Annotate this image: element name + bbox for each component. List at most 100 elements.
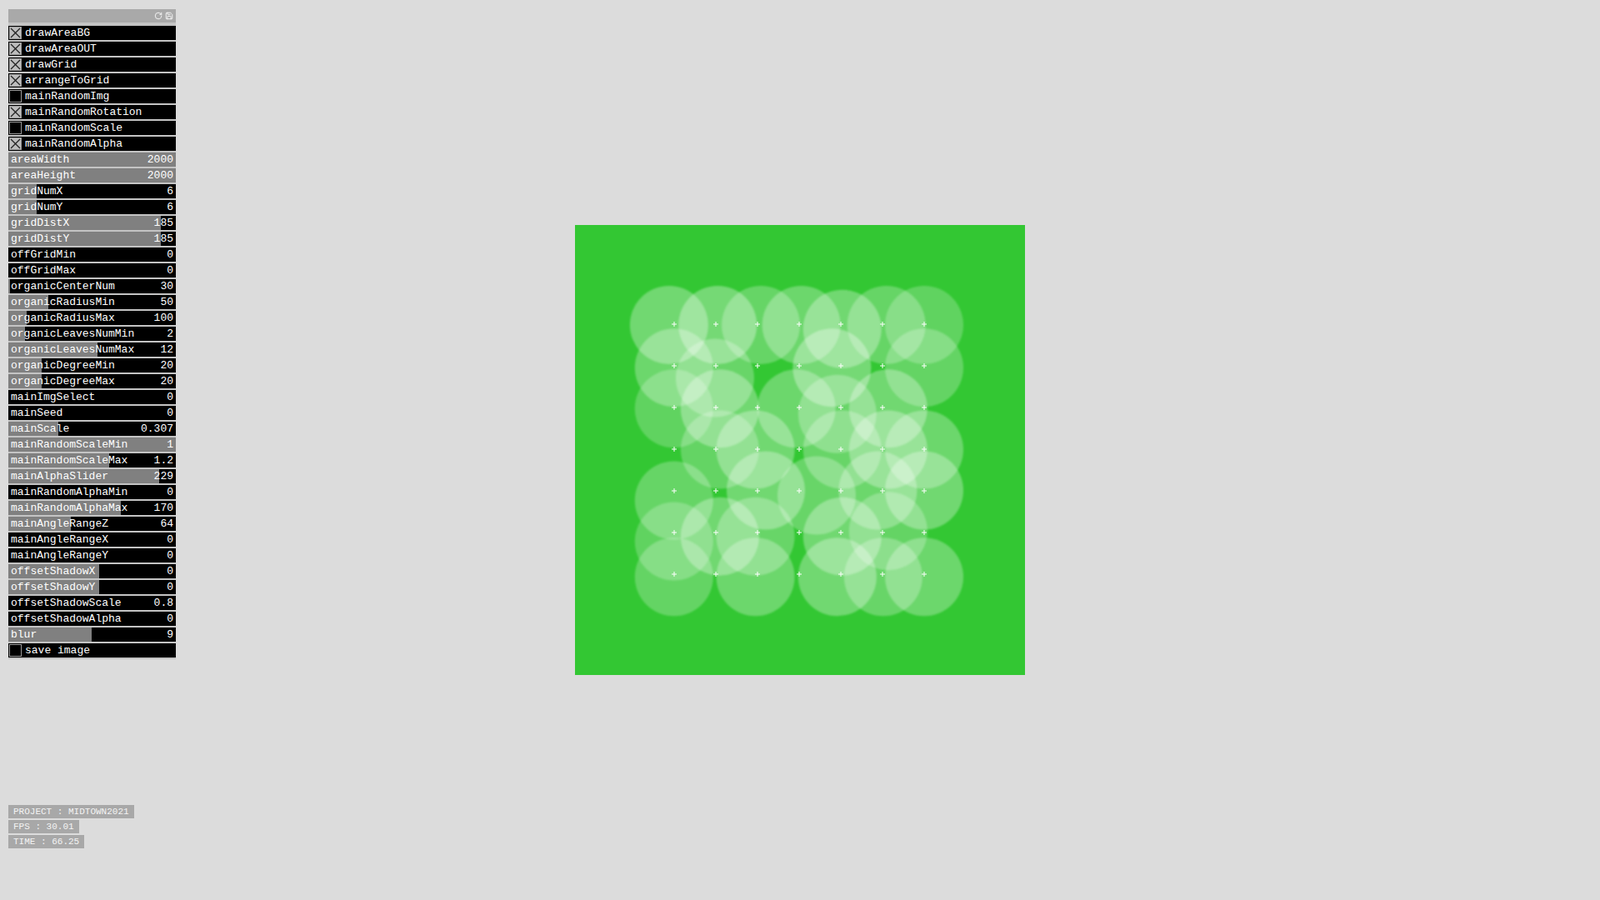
reload-icon[interactable] [154,11,163,20]
grid-mark [713,530,719,535]
slider-row[interactable]: gridNumX6 [8,184,176,199]
slider-value: 64 [160,516,174,531]
checkbox[interactable] [9,137,22,150]
checkbox[interactable] [9,74,22,87]
check-x-icon [10,43,21,55]
toggle-label: drawAreaBG [25,25,90,40]
slider-row[interactable]: organicLeavesNumMin 2 [8,326,176,341]
slider-row[interactable]: mainAngleRangeZ64 [8,516,176,531]
grid-mark [796,488,802,494]
checkbox[interactable] [9,90,22,103]
grid-mark [713,571,719,577]
toggle-row[interactable]: mainRandomRotation [8,105,176,120]
slider-value: 0 [166,390,174,405]
toggle-label: save image [25,643,90,658]
grid-mark [796,446,802,452]
slider-value: 2 [166,326,174,341]
slider-label: offsetShadowX [10,564,95,579]
app: drawAreaBGdrawAreaOUTdrawGridarrangeToGr… [0,0,1600,900]
slider-row[interactable]: mainRandomScaleMin1 [8,437,176,452]
slider-row[interactable]: gridDistX185 [8,215,176,230]
leaf-circle [635,537,714,616]
slider-row[interactable]: offsetShadowAlpha0 [8,611,176,626]
grid-mark [671,530,677,535]
slider-row[interactable]: mainAlphaSlider229 [8,469,176,484]
grid-mark [796,530,802,535]
slider-value: 0 [166,532,174,547]
toggle-row[interactable]: drawGrid [8,57,176,72]
slider-value: 1.2 [154,453,174,468]
slider-row[interactable]: offGridMin0 [8,247,176,262]
grid-mark [671,363,677,369]
toggle-row[interactable]: mainRandomImg [8,89,176,104]
slider-value: 0 [166,263,174,278]
slider-value: 185 [154,231,174,246]
slider-row[interactable]: offsetShadowX0 [8,564,176,579]
save-icon[interactable] [165,11,174,20]
grid-mark [755,530,760,535]
slider-row[interactable]: mainSeed0 [8,405,176,420]
grid-mark [671,321,677,327]
status-info: PROJECT : MIDTOWN2021FPS : 30.01TIME : 6… [8,805,567,849]
slider-row[interactable]: mainRandomScaleMax1.2 [8,453,176,468]
slider-label: organicRadiusMax [10,310,115,325]
slider-row[interactable]: gridNumY6 [8,200,176,215]
slider-row[interactable]: mainRandomAlphaMin 0 [8,485,176,500]
slider-value: 0 [166,485,174,500]
slider-row[interactable]: mainScale0.307 [8,421,176,436]
grid-mark [796,363,802,369]
slider-row[interactable]: blur9 [8,627,176,642]
panel-header[interactable] [8,9,176,23]
slider-label: organicDegreeMax [10,374,115,389]
slider-row[interactable]: areaWidth2000 [8,152,176,167]
grid-mark [838,488,844,494]
slider-label: organicLeavesNumMin [10,326,135,341]
checkbox[interactable] [9,26,22,40]
slider-row[interactable]: organicCenterNum30 [8,279,176,294]
grid-mark [921,571,927,577]
slider-label: gridNumY [10,200,63,215]
grid-mark [921,530,927,535]
grid-mark [838,446,844,452]
slider-row[interactable]: organicRadiusMin50 [8,295,176,310]
slider-row[interactable]: organicRadiusMax 100 [8,310,176,325]
slider-row[interactable]: organicLeavesNumMax12 [8,342,176,357]
slider-row[interactable]: mainImgSelect 0 [8,390,176,405]
slider-value: 0 [166,611,174,626]
slider-label: offGridMin [10,247,76,262]
grid-mark [796,321,802,327]
slider-label: gridDistX [10,215,70,230]
slider-row[interactable]: organicDegreeMin20 [8,358,176,373]
checkbox[interactable] [9,58,22,71]
slider-row[interactable]: areaHeight 2000 [8,168,176,183]
checkbox[interactable] [9,644,22,657]
slider-value: 2000 [147,168,174,183]
slider-row[interactable]: offsetShadowY0 [8,580,176,595]
grid-mark [755,446,760,452]
toggle-row[interactable]: save image [8,643,176,658]
slider-row[interactable]: mainRandomAlphaMax170 [8,500,176,515]
slider-row[interactable]: gridDistY185 [8,231,176,246]
toggle-label: mainRandomScale [25,120,123,135]
slider-row[interactable]: organicDegreeMax20 [8,374,176,389]
slider-row[interactable]: mainAngleRangeY0 [8,548,176,563]
checkbox[interactable] [9,42,22,55]
status-label: FPS : 30.01 [8,820,80,834]
slider-row[interactable]: mainAngleRangeX0 [8,532,176,547]
grid-mark [755,321,760,327]
toggle-row[interactable]: drawAreaOUT [8,41,176,56]
slider-label: offGridMax [10,263,76,278]
checkbox[interactable] [9,121,22,135]
slider-label: areaHeight [10,168,76,183]
slider-row[interactable]: offsetShadowScale0.8 [8,595,176,610]
checkbox[interactable] [9,105,22,119]
slider-label: mainRandomAlphaMin [10,485,128,500]
slider-label: mainImgSelect [10,390,95,405]
slider-row[interactable]: offGridMax 0 [8,263,176,278]
toggle-row[interactable]: mainRandomAlpha [8,136,176,151]
draw-area[interactable] [575,225,1025,675]
toggle-row[interactable]: mainRandomScale [8,120,176,135]
toggle-row[interactable]: arrangeToGrid [8,73,176,88]
toggle-row[interactable]: drawAreaBG [8,25,176,40]
slider-value: 100 [154,310,174,325]
